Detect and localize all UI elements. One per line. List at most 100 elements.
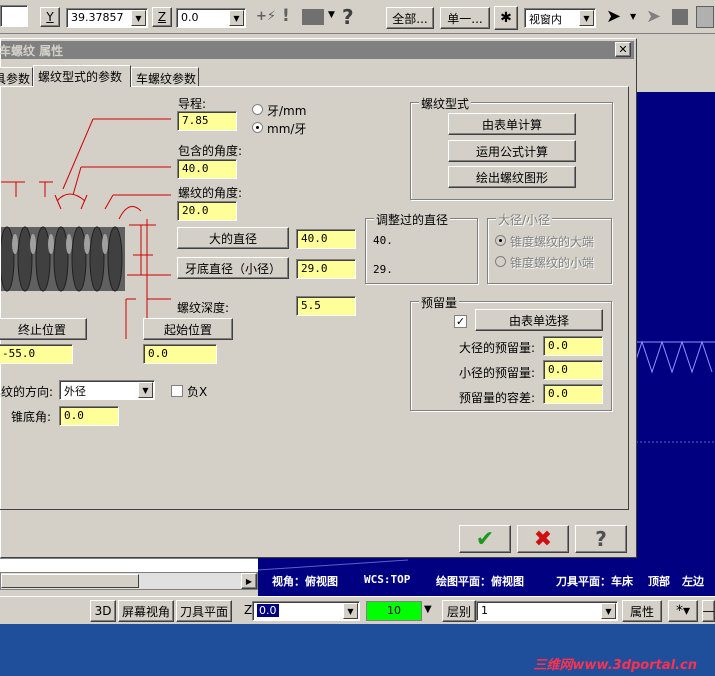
3d-button[interactable]: 3D	[90, 600, 116, 622]
chevron-down-icon[interactable]: ▼	[131, 10, 146, 26]
tab-tool-params[interactable]: 刀具参数	[0, 67, 33, 87]
z-depth-value: 0.0	[257, 604, 279, 617]
tool-plane-button[interactable]: 刀具平面	[176, 600, 232, 622]
help-icon[interactable]: ?	[342, 5, 354, 29]
help-button[interactable]: ?	[575, 525, 627, 553]
thread-direction-value: 外径	[64, 385, 86, 398]
allowance-tolerance-input[interactable]: 0.0	[543, 384, 603, 404]
watermark: 三维网www.3dportal.cn	[533, 658, 697, 673]
z-coordinate-input[interactable]: 0.0 ▼	[176, 8, 246, 28]
exclamation-icon[interactable]: !	[282, 6, 296, 28]
major-diameter-input[interactable]: 40.0	[296, 229, 356, 249]
chevron-down-icon[interactable]: ▼	[601, 603, 616, 619]
chevron-down-icon[interactable]: ▼	[343, 603, 358, 619]
checkmark-icon: ✔	[475, 526, 495, 552]
dropdown-arrow-icon[interactable]: ▼	[328, 10, 335, 20]
status-line: 视角：俯视图 WCS:TOP 绘图平面：俯视图 刀具平面：车床 顶部 左边	[258, 558, 715, 596]
status-view: 视角：俯视图	[272, 575, 338, 588]
line-style-button[interactable]: —	[702, 600, 715, 622]
tab-thread-params[interactable]: 车螺纹参数	[131, 67, 199, 87]
negative-x-checkbox[interactable]	[171, 385, 183, 397]
allowance-checkbox[interactable]: ✓	[454, 315, 467, 328]
cursor-icon[interactable]: ➤	[606, 6, 621, 27]
major-allowance-label: 大径的预留量:	[459, 341, 536, 355]
major-diameter-button[interactable]: 大的直径	[177, 227, 289, 249]
solid-icon[interactable]	[672, 9, 688, 25]
all-button[interactable]: 全部...	[386, 7, 434, 29]
layer-icon[interactable]	[696, 6, 714, 28]
layer-select[interactable]: 1 ▼	[476, 601, 618, 621]
major-allowance-input[interactable]: 0.0	[543, 336, 603, 356]
start-position-button[interactable]: 起始位置	[143, 318, 233, 340]
color-value: 10	[387, 604, 401, 617]
scroll-right-arrow[interactable]: ▶	[241, 573, 257, 589]
taper-small-end-radio[interactable]	[495, 256, 506, 267]
z-depth-select[interactable]: 0.0 ▼	[252, 601, 360, 621]
lead-input[interactable]: 7.85	[177, 111, 237, 131]
close-button[interactable]: ✕	[615, 42, 631, 57]
minor-diameter-button[interactable]: 牙底直径（小径）	[177, 257, 289, 279]
single-button[interactable]: 单一...	[440, 7, 490, 29]
snap-icon[interactable]: +⚡	[256, 9, 276, 27]
minor-allowance-input[interactable]: 0.0	[543, 360, 603, 380]
pointer-icon[interactable]: ➤	[646, 6, 668, 28]
box-icon[interactable]	[302, 9, 324, 25]
chevron-down-icon[interactable]: ▼	[229, 10, 244, 26]
view-select[interactable]: 视窗内 ▼	[524, 8, 596, 28]
screen-view-button[interactable]: 屏幕视角	[118, 600, 174, 622]
ok-button[interactable]: ✔	[459, 525, 511, 553]
chevron-down-icon[interactable]: ▼	[138, 382, 153, 398]
taper-large-end-radio[interactable]	[495, 235, 506, 246]
question-icon: ?	[595, 527, 607, 551]
cancel-button[interactable]: ✖	[517, 525, 569, 553]
dialog-titlebar[interactable]: 车螺纹 属性 ✕	[0, 41, 634, 59]
included-angle-input[interactable]: 40.0	[177, 159, 237, 179]
draw-thread-button[interactable]: 绘出螺纹图形	[448, 166, 576, 188]
compute-formula-button[interactable]: 运用公式计算	[448, 140, 576, 162]
dropdown-arrow-icon[interactable]: ▼	[630, 12, 636, 21]
tab-thread-form-params[interactable]: 螺纹型式的参数	[33, 65, 131, 87]
color-dropdown-icon[interactable]: ▼	[424, 604, 432, 615]
status-left: 左边	[682, 575, 704, 588]
x-field-stub[interactable]	[0, 5, 28, 27]
chevron-down-icon[interactable]: ▼	[579, 10, 594, 26]
scrollbar-thumb[interactable]	[1, 574, 139, 588]
taper-angle-label: 锥底角:	[11, 410, 52, 424]
color-select[interactable]: 10	[366, 601, 422, 621]
allowance-title: 预留量	[419, 294, 460, 311]
included-angle-label: 包含的角度:	[178, 144, 243, 158]
compute-from-table-button[interactable]: 由表单计算	[448, 113, 576, 135]
thread-direction-select[interactable]: 外径 ▼	[59, 380, 155, 400]
start-position-input[interactable]: 0.0	[143, 344, 217, 364]
dialog-title: 车螺纹 属性	[0, 44, 64, 58]
minor-diameter-input[interactable]: 29.0	[296, 259, 356, 279]
y-axis-button[interactable]: Y	[40, 7, 60, 27]
thread-angle-input[interactable]: 20.0	[177, 201, 237, 221]
adjusted-major-value: 40.	[373, 234, 393, 247]
end-position-button[interactable]: 终止位置	[0, 318, 87, 340]
thread-diagram	[1, 118, 171, 339]
select-from-table-button[interactable]: 由表单选择	[475, 309, 603, 331]
taper-large-end-label: 锥度螺纹的大端	[510, 235, 595, 249]
z-axis-button[interactable]: Z	[152, 7, 172, 27]
taper-angle-input[interactable]: 0.0	[59, 406, 119, 426]
unit-radio-tpmm[interactable]	[252, 104, 263, 115]
unit-radio-mmpt[interactable]	[252, 122, 263, 133]
point-style-button[interactable]: *▾	[668, 600, 698, 622]
major-minor-title: 大径/小径	[496, 211, 553, 228]
y-coordinate-input[interactable]: 39.37857 ▼	[66, 8, 148, 28]
view-select-value: 视窗内	[529, 13, 562, 26]
graphics-viewport[interactable]	[632, 92, 715, 572]
allowance-tolerance-label: 预留量的容差:	[459, 391, 536, 405]
attributes-button[interactable]: 属性	[622, 600, 662, 622]
unit-label-mmpt: mm/牙	[267, 122, 307, 136]
select-tool-icon[interactable]: ✱	[494, 6, 518, 30]
thread-depth-input[interactable]: 5.5	[296, 296, 356, 316]
end-position-input[interactable]: -55.0	[0, 344, 73, 364]
taper-small-end-label: 锥度螺纹的小端	[510, 256, 595, 270]
layer-button[interactable]: 层别	[442, 600, 476, 622]
operations-list[interactable]	[0, 558, 258, 572]
thread-direction-label: 螺纹的方向:	[0, 385, 54, 399]
horizontal-scrollbar[interactable]: ▶	[0, 572, 258, 590]
taskbar-area: 三维网www.3dportal.cn	[0, 624, 715, 676]
